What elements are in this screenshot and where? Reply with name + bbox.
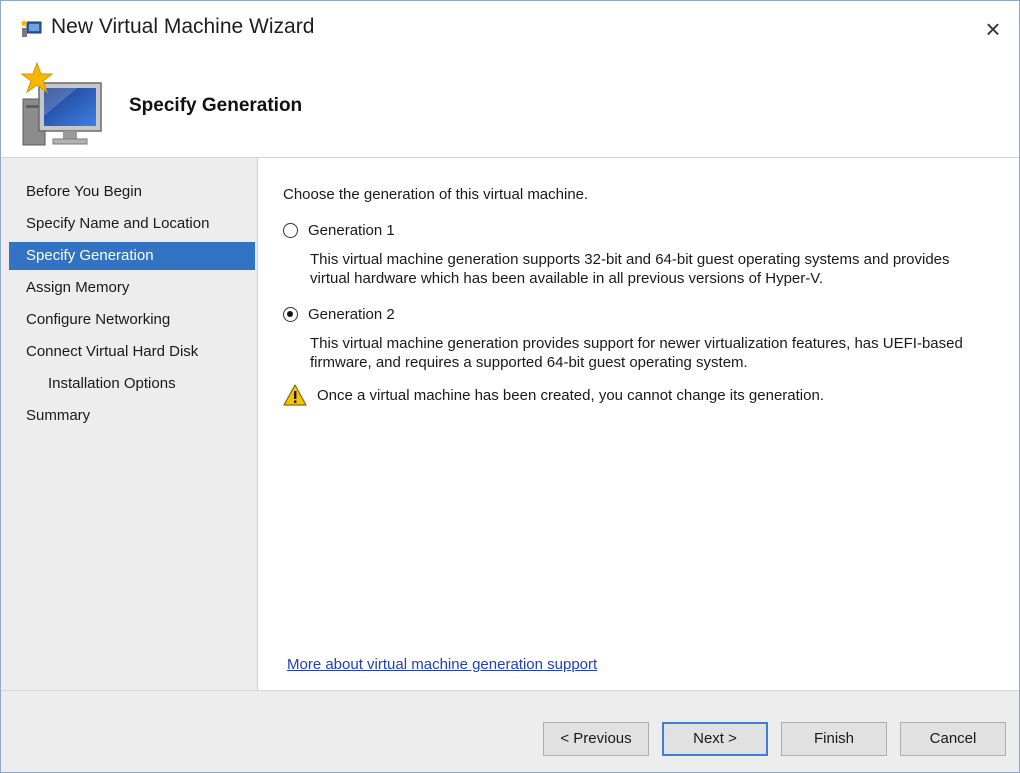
generation-2-label: Generation 2 [308, 306, 395, 323]
sidebar-item-label: Connect Virtual Hard Disk [26, 343, 199, 360]
more-info-link[interactable]: More about virtual machine generation su… [287, 656, 597, 673]
wizard-footer: < Previous Next > Finish Cancel [1, 691, 1019, 772]
sidebar-item-specify-name-and-location[interactable]: Specify Name and Location [9, 210, 255, 238]
sidebar-item-label: Assign Memory [26, 279, 130, 296]
warning-text: Once a virtual machine has been created,… [317, 386, 824, 404]
description-line: firmware, and requires a supported 64-bi… [310, 354, 748, 371]
previous-button[interactable]: < Previous [543, 722, 649, 756]
sidebar-item-label: Specify Name and Location [26, 215, 210, 232]
instruction-text: Choose the generation of this virtual ma… [283, 186, 589, 203]
wizard-content: Choose the generation of this virtual ma… [258, 158, 1019, 690]
close-icon: × [985, 14, 1001, 44]
generation-warning: Once a virtual machine has been created,… [283, 384, 824, 406]
generation-1-description: This virtual machine generation supports… [310, 250, 1010, 288]
wizard-header: Specify Generation [1, 57, 1019, 157]
sidebar-item-label: Before You Begin [26, 183, 142, 200]
generation-1-option[interactable]: Generation 1 [283, 222, 395, 239]
generation-1-label: Generation 1 [308, 222, 395, 239]
sidebar-item-label: Configure Networking [26, 311, 171, 328]
page-title: Specify Generation [129, 95, 303, 116]
new-vm-monitor-icon [17, 61, 109, 153]
sidebar-item-label: Summary [26, 407, 91, 424]
window-title: New Virtual Machine Wizard [51, 15, 315, 38]
title-bar: New Virtual Machine Wizard × [1, 1, 1019, 57]
sidebar-item-label: Specify Generation [26, 247, 154, 264]
wizard-steps-sidebar: Before You Begin Specify Name and Locati… [1, 158, 258, 690]
description-line: This virtual machine generation provides… [310, 335, 963, 352]
generation-2-radio[interactable] [283, 307, 298, 322]
generation-2-option[interactable]: Generation 2 [283, 306, 395, 323]
generation-2-description: This virtual machine generation provides… [310, 334, 1010, 372]
finish-button[interactable]: Finish [781, 722, 887, 756]
sidebar-item-assign-memory[interactable]: Assign Memory [9, 274, 255, 302]
sidebar-item-label: Installation Options [48, 375, 176, 392]
sidebar-item-before-you-begin[interactable]: Before You Begin [9, 178, 255, 206]
cancel-button[interactable]: Cancel [900, 722, 1006, 756]
generation-1-radio[interactable] [283, 223, 298, 238]
next-button[interactable]: Next > [662, 722, 768, 756]
hyper-v-app-icon [20, 19, 43, 39]
close-button[interactable]: × [973, 9, 1013, 49]
sidebar-item-specify-generation[interactable]: Specify Generation [9, 242, 255, 270]
sidebar-item-summary[interactable]: Summary [9, 402, 255, 430]
sidebar-item-installation-options[interactable]: Installation Options [9, 370, 255, 398]
sidebar-item-configure-networking[interactable]: Configure Networking [9, 306, 255, 334]
description-line: virtual hardware which has been availabl… [310, 270, 824, 287]
warning-icon [283, 384, 307, 406]
sidebar-item-connect-virtual-hard-disk[interactable]: Connect Virtual Hard Disk [9, 338, 255, 366]
description-line: This virtual machine generation supports… [310, 251, 950, 268]
wizard-window: New Virtual Machine Wizard × Specify Gen… [0, 0, 1020, 773]
